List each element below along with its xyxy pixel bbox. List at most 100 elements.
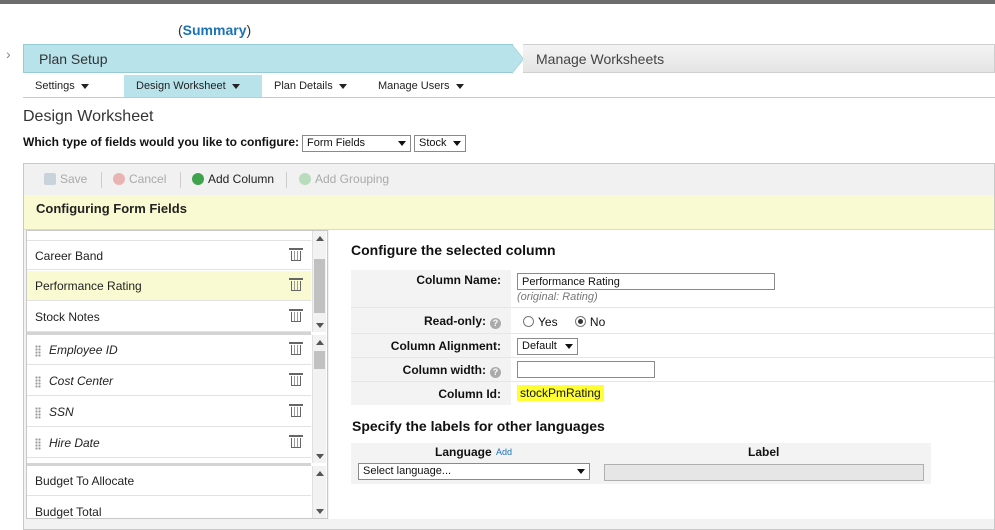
readonly-yes-radio[interactable] [523, 316, 534, 327]
add-language-link[interactable]: Add [496, 447, 512, 457]
configure-panel: Save Cancel Add Column Add Grouping Conf… [23, 163, 995, 530]
step-plan-setup[interactable]: Plan Setup [23, 44, 513, 73]
drag-handle-icon[interactable] [35, 438, 41, 450]
step-manage-worksheets[interactable]: Manage Worksheets [523, 44, 995, 73]
summary-link-wrap: (Summary) [178, 22, 251, 38]
window-top-border [0, 0, 995, 4]
scroll-up-icon[interactable] [316, 236, 324, 241]
scrollbar[interactable] [312, 335, 326, 463]
readonly-options: Yes No [523, 315, 605, 329]
column-width-input[interactable] [517, 361, 655, 378]
form-row-readonly: Read-only:? Yes No [351, 308, 994, 334]
trash-icon[interactable] [289, 435, 303, 449]
readonly-label: Read-only: [423, 314, 486, 328]
add-grouping-label: Add Grouping [315, 172, 390, 186]
list-item-selected[interactable]: Performance Rating [27, 271, 311, 301]
width-label-wrap: Column width:? [351, 358, 511, 381]
save-label: Save [60, 172, 88, 186]
subtab-bar: Settings Design Worksheet Plan Details M… [23, 75, 995, 98]
tab-manage-users-label: Manage Users [378, 80, 450, 92]
scrollbar[interactable] [312, 231, 326, 332]
trash-icon[interactable] [289, 342, 303, 356]
caret-down-icon [80, 83, 89, 89]
add-grouping-button[interactable]: Add Grouping [299, 172, 389, 186]
caret-down-icon [565, 344, 573, 349]
language-select[interactable]: Select language... [358, 463, 590, 480]
form-row-alignment: Column Alignment: Default [351, 334, 994, 358]
cancel-button[interactable]: Cancel [113, 172, 166, 186]
form-row-column-name: Column Name: Performance Rating (origina… [351, 270, 994, 308]
list-item[interactable]: Stock Notes [27, 302, 311, 332]
list-item-label: Performance Rating [35, 279, 142, 293]
configure-column-section: Configure the selected column Column Nam… [329, 230, 994, 519]
toolbar-divider [286, 172, 287, 188]
scroll-down-icon[interactable] [316, 454, 324, 459]
readonly-no-radio[interactable] [574, 316, 586, 327]
scroll-up-icon[interactable] [316, 340, 324, 345]
alignment-select[interactable]: Default [517, 338, 578, 355]
scroll-thumb[interactable] [314, 259, 325, 313]
scroll-down-icon[interactable] [316, 323, 324, 328]
trash-icon[interactable] [289, 373, 303, 387]
readonly-yes-label: Yes [538, 315, 558, 329]
list-item[interactable]: Hire Date [27, 428, 311, 458]
list-item[interactable]: Cost Center [27, 366, 311, 396]
list-item[interactable]: Budget Total [27, 497, 311, 527]
width-label: Column width: [402, 363, 486, 377]
list-item[interactable]: Career Band [27, 240, 311, 270]
languages-header: Language Add Label [351, 443, 931, 462]
tab-plan-details[interactable]: Plan Details [262, 75, 364, 97]
tab-settings-label: Settings [35, 80, 75, 92]
list-item-label: Hire Date [49, 436, 100, 450]
scroll-thumb[interactable] [314, 351, 325, 369]
drag-handle-icon[interactable] [35, 407, 41, 419]
fieldtype-select[interactable]: Form Fields [302, 135, 411, 152]
tab-design-worksheet[interactable]: Design Worksheet [124, 75, 262, 97]
list-item-label: Employee ID [49, 343, 118, 357]
drag-handle-icon[interactable] [35, 376, 41, 388]
list-item[interactable]: Budget To Allocate [27, 466, 311, 496]
toolbar-divider [101, 172, 102, 188]
label-header: Label [748, 445, 780, 459]
summary-link[interactable]: Summary [183, 22, 247, 38]
page-title: Design Worksheet [23, 108, 154, 125]
plus-circle-icon [192, 173, 204, 185]
list-item-label: Career Band [35, 249, 104, 263]
list-item-label: Budget To Allocate [35, 474, 135, 488]
toolbar: Save Cancel Add Column Add Grouping [24, 164, 994, 196]
fieldtype-select-value: Form Fields [307, 137, 366, 149]
readonly-label-wrap: Read-only:? [351, 308, 511, 333]
scroll-up-icon[interactable] [316, 471, 324, 476]
alignment-label: Column Alignment: [351, 334, 511, 357]
trash-icon[interactable] [289, 248, 303, 262]
drag-handle-icon[interactable] [35, 345, 41, 357]
list-item[interactable]: SSN [27, 397, 311, 427]
tab-design-worksheet-label: Design Worksheet [136, 80, 226, 92]
category-select-value: Stock [419, 137, 447, 149]
caret-down-icon [453, 141, 461, 146]
configure-title: Configure the selected column [351, 242, 556, 258]
tab-settings[interactable]: Settings [23, 75, 124, 97]
list-item[interactable]: Employee ID [27, 335, 311, 365]
caret-down-icon [231, 83, 240, 89]
list-item-label: Stock Notes [35, 310, 100, 324]
trash-icon[interactable] [289, 278, 303, 292]
trash-icon[interactable] [289, 309, 303, 323]
readonly-no-label: No [589, 315, 606, 329]
column-name-input[interactable]: Performance Rating [517, 273, 775, 290]
tab-manage-users[interactable]: Manage Users [366, 75, 478, 97]
trash-icon[interactable] [289, 404, 303, 418]
add-column-button[interactable]: Add Column [192, 172, 274, 186]
language-header: Language [435, 445, 492, 459]
caret-down-icon [455, 83, 464, 89]
save-button[interactable]: Save [44, 172, 87, 186]
caret-down-icon [338, 83, 347, 89]
languages-title: Specify the labels for other languages [352, 418, 605, 434]
chevron-right-icon[interactable]: › [6, 46, 11, 62]
category-select[interactable]: Stock [414, 135, 466, 152]
help-icon[interactable]: ? [490, 367, 501, 378]
label-input[interactable] [604, 464, 924, 481]
scroll-down-icon[interactable] [316, 509, 324, 514]
help-icon[interactable]: ? [490, 318, 501, 329]
scrollbar[interactable] [312, 466, 326, 518]
